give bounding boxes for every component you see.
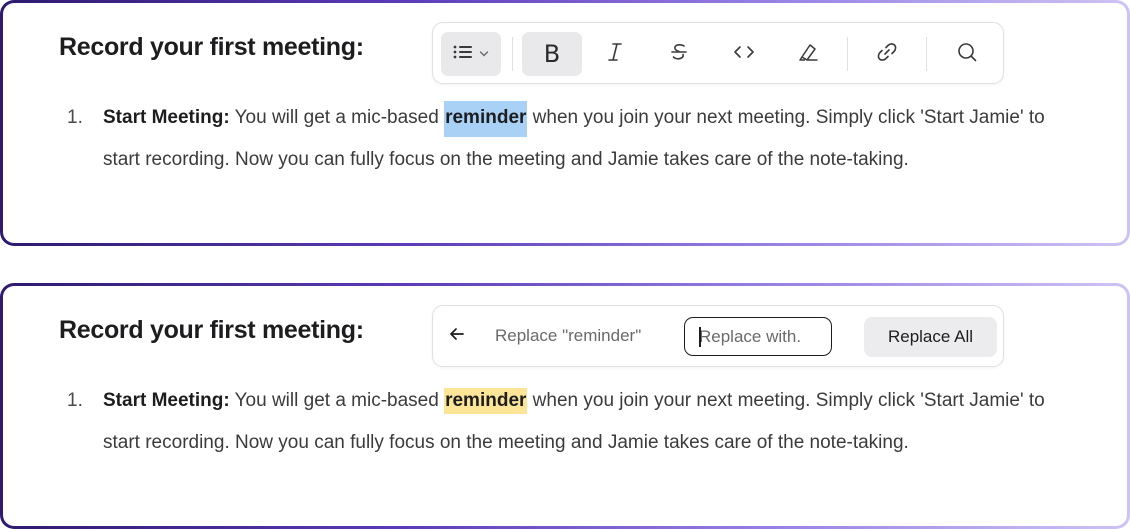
bold-icon: B xyxy=(543,40,561,68)
list-style-dropdown[interactable] xyxy=(441,32,501,76)
italic-button[interactable] xyxy=(587,32,643,76)
highlight-icon xyxy=(796,41,820,68)
arrow-left-icon xyxy=(448,326,466,347)
list-item-label: Start Meeting: xyxy=(103,390,230,411)
list-item-text[interactable]: Start Meeting: You will get a mic-based … xyxy=(103,380,1063,464)
page-title: Record your first meeting: xyxy=(59,33,364,61)
editor-panel-replace: Record your first meeting: Replace "remi… xyxy=(0,283,1130,529)
toolbar-divider xyxy=(512,37,513,71)
page-title: Record your first meeting: xyxy=(59,316,364,344)
strikethrough-button[interactable] xyxy=(651,32,707,76)
search-match[interactable]: reminder xyxy=(444,388,528,414)
bold-button[interactable]: B xyxy=(522,32,582,76)
replace-all-button[interactable]: Replace All xyxy=(864,317,997,357)
code-icon xyxy=(732,43,756,66)
formatting-toolbar: B xyxy=(432,22,1004,84)
find-term-label: Replace "reminder" xyxy=(495,326,642,345)
search-icon xyxy=(956,41,978,68)
highlight-button[interactable] xyxy=(780,32,836,76)
code-button[interactable] xyxy=(716,32,772,76)
back-button[interactable] xyxy=(441,320,473,352)
editor-panel-formatting: Record your first meeting: B 1. Start Me… xyxy=(0,0,1130,246)
editor-surface: Record your first meeting: B 1. Start Me… xyxy=(3,3,1127,243)
link-button[interactable] xyxy=(859,32,915,76)
chevron-down-icon xyxy=(479,45,489,63)
replace-with-input[interactable] xyxy=(684,317,832,356)
list-item-text[interactable]: Start Meeting: You will get a mic-based … xyxy=(103,97,1063,181)
toolbar-divider xyxy=(847,37,848,71)
list-number: 1. xyxy=(67,390,83,411)
link-icon xyxy=(875,40,899,69)
selected-word[interactable]: reminder xyxy=(444,101,528,137)
italic-icon xyxy=(605,41,625,68)
text-before-highlight: You will get a mic-based xyxy=(229,390,445,411)
search-button[interactable] xyxy=(939,32,995,76)
strikethrough-icon xyxy=(668,41,690,68)
list-number: 1. xyxy=(67,107,83,128)
bulleted-list-icon xyxy=(453,44,475,65)
replace-toolbar: Replace "reminder" Replace All xyxy=(432,305,1004,367)
toolbar-divider xyxy=(926,37,927,71)
text-caret xyxy=(699,327,701,347)
editor-surface: Record your first meeting: Replace "remi… xyxy=(3,286,1127,526)
text-before-highlight: You will get a mic-based xyxy=(229,107,445,128)
list-item-label: Start Meeting: xyxy=(103,107,230,128)
